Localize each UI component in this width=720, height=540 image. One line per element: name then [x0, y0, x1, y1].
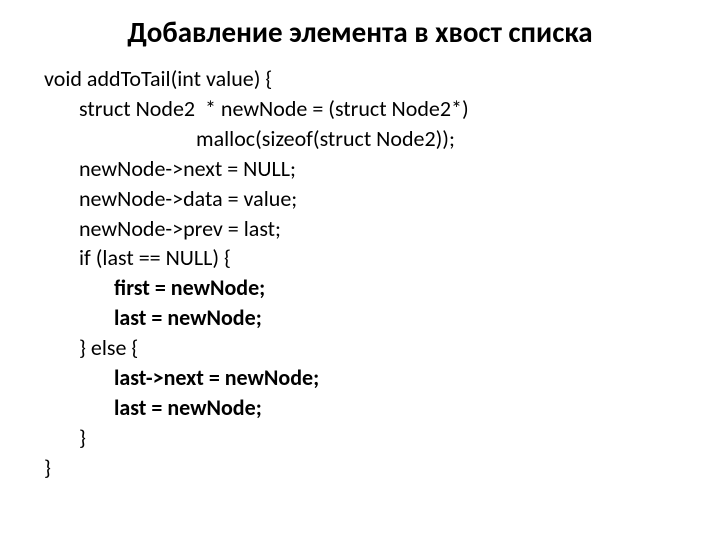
code-line: void addToTail(int value) { [44, 64, 700, 94]
code-line: } else { [44, 333, 700, 363]
code-line: newNode->prev = last; [44, 214, 700, 244]
code-line: malloc(sizeof(struct Node2)); [44, 124, 700, 154]
code-line: last = newNode; [44, 303, 700, 333]
code-line: if (last == NULL) { [44, 243, 700, 273]
slide-title: Добавление элемента в хвост списка [20, 14, 700, 50]
code-line: } [44, 453, 700, 483]
code-line: struct Node2 * newNode = (struct Node2*) [44, 94, 700, 124]
slide-container: Добавление элемента в хвост списка void … [0, 0, 720, 540]
code-line: newNode->next = NULL; [44, 154, 700, 184]
code-line: last->next = newNode; [44, 363, 700, 393]
code-line: first = newNode; [44, 273, 700, 303]
code-line: newNode->data = value; [44, 184, 700, 214]
code-line: last = newNode; [44, 393, 700, 423]
code-block: void addToTail(int value) { struct Node2… [20, 64, 700, 483]
code-line: } [44, 423, 700, 453]
